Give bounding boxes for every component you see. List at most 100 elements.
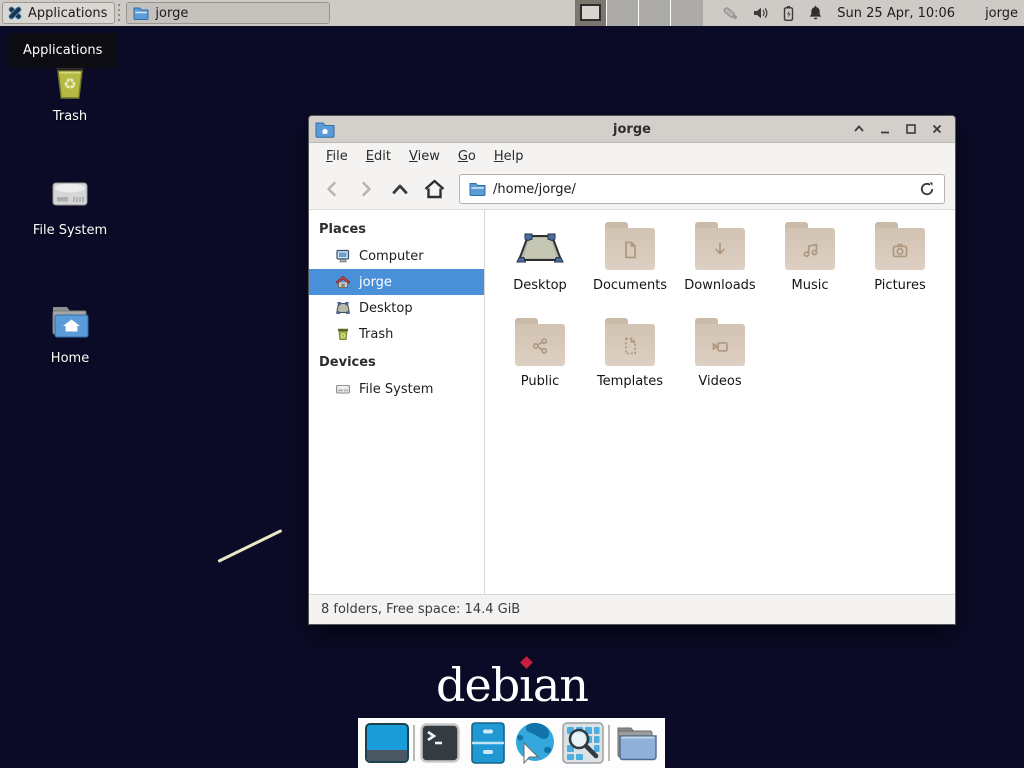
web-browser-launcher[interactable] [513, 722, 557, 764]
app-finder-icon [562, 722, 604, 764]
sidebar-places-header: Places [309, 218, 484, 243]
folder-icon [695, 324, 745, 366]
taskbar-window-button[interactable]: jorge [126, 2, 330, 24]
reload-icon[interactable] [919, 181, 935, 197]
desktop-icon-filesystem[interactable]: File System [15, 170, 125, 238]
panel-username[interactable]: jorge [985, 6, 1018, 21]
back-button[interactable] [319, 176, 345, 202]
drive-small-icon [335, 381, 351, 397]
folder-icon [785, 228, 835, 270]
terminal-launcher[interactable] [418, 722, 462, 764]
file-label: Downloads [675, 278, 765, 293]
home-button[interactable] [421, 176, 447, 202]
template-glyph-icon [618, 334, 642, 358]
applications-menu-button[interactable]: Applications [2, 2, 115, 24]
window-titlebar[interactable]: jorge [309, 116, 955, 143]
sidebar-item-computer[interactable]: Computer [309, 243, 484, 269]
show-desktop-launcher[interactable] [365, 722, 409, 764]
folder-icon [695, 228, 745, 270]
debian-wordmark: debıan [0, 658, 1024, 712]
path-folder-icon [469, 182, 486, 196]
menu-go[interactable]: Go [449, 146, 485, 167]
desktop-stray-line [217, 529, 282, 563]
volume-icon[interactable] [752, 5, 769, 21]
top-panel: Applications jorge [0, 0, 1024, 26]
document-glyph-icon [618, 238, 642, 262]
notification-bell-icon[interactable] [808, 5, 823, 22]
applications-tooltip: Applications [7, 33, 118, 68]
peripheral-icon[interactable] [721, 4, 740, 23]
battery-icon[interactable] [781, 5, 796, 22]
home-folder-icon [46, 298, 94, 346]
file-folder-downloads[interactable]: Downloads [675, 226, 765, 322]
menu-view[interactable]: View [400, 146, 449, 167]
menu-edit[interactable]: Edit [357, 146, 400, 167]
close-button[interactable] [931, 123, 943, 135]
file-folder-music[interactable]: Music [765, 226, 855, 322]
maximize-button[interactable] [905, 123, 917, 135]
video-camera-glyph-icon [708, 334, 732, 358]
minimize-button[interactable] [879, 123, 891, 135]
sidebar-item-label: Computer [359, 249, 424, 264]
workspace-3[interactable] [639, 0, 671, 26]
applications-menu-label: Applications [28, 6, 107, 21]
globe-browser-icon [513, 721, 557, 765]
desktop-icon-home[interactable]: Home [15, 298, 125, 366]
folder-icon [605, 228, 655, 270]
shade-button[interactable] [853, 123, 865, 135]
forward-button[interactable] [353, 176, 379, 202]
hard-drive-icon [46, 170, 94, 218]
file-folder-public[interactable]: Public [495, 322, 585, 418]
desktop-special-icon [515, 226, 565, 270]
sidebar-item-jorge[interactable]: jorge [309, 269, 484, 295]
workspace-window-preview [580, 4, 601, 21]
taskbar-folder-icon [133, 6, 149, 20]
window-title: jorge [613, 122, 651, 137]
sidebar-item-desktop[interactable]: Desktop [309, 295, 484, 321]
sidebar-item-trash[interactable]: Trash [309, 321, 484, 347]
file-manager-launcher[interactable] [466, 722, 510, 764]
file-label: Music [765, 278, 855, 293]
panel-separator-handle [118, 4, 120, 22]
desktop-icon-label: Trash [15, 109, 125, 124]
file-folder-templates[interactable]: Templates [585, 322, 675, 418]
sidebar-item-label: Desktop [359, 301, 413, 316]
file-grid: Desktop Documents Download [485, 210, 955, 594]
show-desktop-icon [365, 723, 409, 763]
path-bar[interactable]: /home/jorge/ [459, 174, 945, 204]
workspace-1[interactable] [575, 0, 607, 26]
file-folder-documents[interactable]: Documents [585, 226, 675, 322]
sidebar: Places Computer [309, 210, 485, 594]
window-folder-icon [315, 121, 335, 138]
sidebar-item-label: jorge [359, 275, 392, 290]
folder-icon [875, 228, 925, 270]
up-button[interactable] [387, 176, 413, 202]
dock-separator [413, 725, 415, 761]
workspace-switcher[interactable] [575, 0, 703, 26]
file-folder-videos[interactable]: Videos [675, 322, 765, 418]
workspace-4[interactable] [671, 0, 703, 26]
music-notes-glyph-icon [798, 238, 822, 262]
app-finder-launcher[interactable] [561, 722, 605, 764]
camera-glyph-icon [888, 238, 912, 262]
file-label: Desktop [495, 278, 585, 293]
panel-clock[interactable]: Sun 25 Apr, 10:06 [837, 6, 955, 21]
desktop-icon-label: Home [15, 351, 125, 366]
dock [358, 718, 665, 768]
system-tray [721, 4, 823, 23]
menu-file[interactable]: File [317, 146, 357, 167]
file-label: Documents [585, 278, 675, 293]
file-folder-pictures[interactable]: Pictures [855, 226, 945, 322]
desktop-icon [335, 300, 351, 316]
download-arrow-glyph-icon [708, 238, 732, 262]
dock-separator [608, 725, 610, 761]
file-folder-desktop[interactable]: Desktop [495, 226, 585, 322]
folder-launcher[interactable] [614, 722, 658, 764]
sidebar-item-filesystem[interactable]: File System [309, 376, 484, 402]
toolbar: /home/jorge/ [309, 169, 955, 210]
menu-help[interactable]: Help [485, 146, 533, 167]
status-text: 8 folders, Free space: 14.4 GiB [321, 602, 520, 617]
workspace-2[interactable] [607, 0, 639, 26]
window-controls [853, 123, 955, 135]
path-input[interactable]: /home/jorge/ [493, 182, 912, 197]
